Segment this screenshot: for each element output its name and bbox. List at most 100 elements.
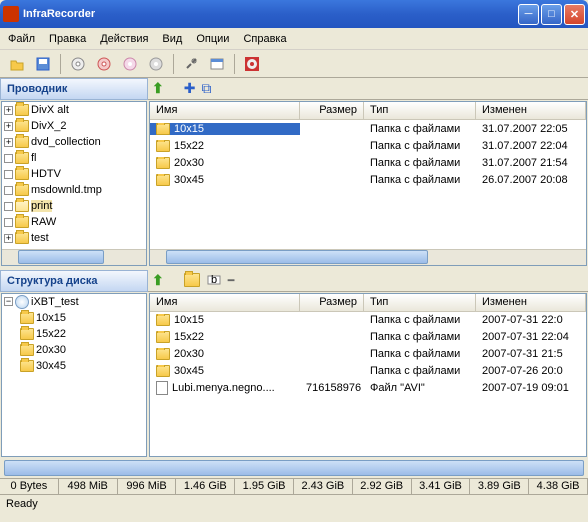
list-item[interactable]: 15x22Папка с файлами31.07.2007 22:04 [150, 137, 586, 154]
item-type: Папка с файлами [364, 314, 476, 326]
expand-icon[interactable] [4, 170, 13, 179]
col-size[interactable]: Размер [300, 294, 364, 311]
tree-item[interactable]: + DivX alt [2, 102, 146, 118]
item-modified: 26.07.2007 20:08 [476, 174, 586, 186]
col-type[interactable]: Тип [364, 294, 476, 311]
col-name[interactable]: Имя [150, 294, 300, 311]
expand-icon[interactable] [4, 202, 13, 211]
item-size: 716158976 [300, 382, 364, 394]
disc-icon [15, 295, 29, 309]
expand-icon[interactable]: + [4, 234, 13, 243]
list-item[interactable]: 10x15Папка с файлами31.07.2007 22:05 [150, 120, 586, 137]
tree-item[interactable]: 10x15 [2, 310, 146, 326]
list-item[interactable]: 30x45Папка с файлами26.07.2007 20:08 [150, 171, 586, 188]
disc-pink-icon[interactable] [119, 53, 141, 75]
menu-edit[interactable]: Правка [49, 33, 86, 45]
minimize-button[interactable]: ─ [518, 4, 539, 25]
item-name: 10x15 [174, 123, 204, 135]
item-modified: 2007-07-26 20:0 [476, 365, 586, 377]
col-modified[interactable]: Изменен [476, 294, 586, 311]
tree-item[interactable]: +dvd_collection [2, 134, 146, 150]
disc-gray-icon[interactable] [145, 53, 167, 75]
menu-view[interactable]: Вид [162, 33, 182, 45]
open-icon[interactable] [6, 53, 28, 75]
col-size[interactable]: Размер [300, 102, 364, 119]
maximize-button[interactable]: □ [541, 4, 562, 25]
burn-icon[interactable] [241, 53, 263, 75]
menu-options[interactable]: Опции [196, 33, 229, 45]
list-item[interactable]: 15x22 Папка с файлами2007-07-31 22:04 [150, 329, 586, 346]
close-button[interactable]: ✕ [564, 4, 585, 25]
item-type: Папка с файлами [364, 348, 476, 360]
scrollbar[interactable] [150, 249, 586, 265]
disc-toolbar: ⬆ b ━ [148, 270, 588, 292]
add-icon[interactable]: ✚ [184, 80, 196, 97]
expand-icon[interactable]: − [4, 297, 13, 306]
list-item[interactable]: Lubi.menya.negno....716158976Файл "AVI"2… [150, 380, 586, 397]
tree-item[interactable]: print [2, 198, 146, 214]
explorer-list[interactable]: Имя Размер Тип Изменен 10x15Папка с файл… [149, 101, 587, 266]
folder-icon [156, 365, 170, 377]
list-item[interactable]: 10x15Папка с файлами2007-07-31 22:0 [150, 312, 586, 329]
expand-icon[interactable]: + [4, 106, 13, 115]
disc-list[interactable]: Имя Размер Тип Изменен 10x15Папка с файл… [149, 293, 587, 458]
item-modified: 2007-07-31 22:04 [476, 331, 586, 343]
list-item[interactable]: 20x30Папка с файлами31.07.2007 21:54 [150, 154, 586, 171]
list-item[interactable]: 20x30Папка с файлами2007-07-31 21:5 [150, 346, 586, 363]
explorer-section-title: Проводник [0, 78, 148, 100]
menu-file[interactable]: Файл [8, 33, 35, 45]
tree-item[interactable]: fl [2, 150, 146, 166]
rename-icon[interactable]: b [206, 272, 222, 288]
explorer-tree[interactable]: +DivX alt+DivX_2+dvd_collection fl HDTV … [1, 101, 147, 266]
expand-icon[interactable] [4, 218, 13, 227]
titlebar[interactable]: InfraRecorder ─ □ ✕ [0, 0, 588, 28]
window-icon[interactable] [206, 53, 228, 75]
folder-icon [15, 216, 29, 228]
ruler-tick: 2.43 GiB [294, 479, 353, 494]
tree-item[interactable]: HDTV [2, 166, 146, 182]
folder-icon [20, 312, 34, 324]
tree-item[interactable]: + test [2, 230, 146, 246]
item-type: Папка с файлами [364, 331, 476, 343]
item-name: 15x22 [174, 331, 204, 343]
col-name[interactable]: Имя [150, 102, 300, 119]
scrollbar[interactable] [2, 249, 146, 265]
list-item[interactable]: 30x45Папка с файлами2007-07-26 20:0 [150, 363, 586, 380]
folder-icon [156, 157, 170, 169]
ruler-tick: 996 MiB [118, 479, 177, 494]
menu-help[interactable]: Справка [243, 33, 286, 45]
expand-icon[interactable] [4, 154, 13, 163]
tree-item[interactable]: +DivX_2 [2, 118, 146, 134]
tree-item[interactable]: RAW [2, 214, 146, 230]
item-type: Папка с файлами [364, 140, 476, 152]
tree-item[interactable]: 15x22 [2, 326, 146, 342]
tree-item[interactable]: −iXBT_test [2, 294, 146, 310]
disc-icon[interactable] [67, 53, 89, 75]
expand-icon[interactable]: + [4, 122, 13, 131]
tools-icon[interactable] [180, 53, 202, 75]
tree-label: test [31, 232, 49, 244]
item-modified: 2007-07-31 21:5 [476, 348, 586, 360]
add-all-icon[interactable]: ⧉ [201, 80, 211, 97]
remove-icon[interactable]: ━ [228, 274, 235, 287]
folder-icon [15, 152, 29, 164]
tree-label: msdownld.tmp [31, 184, 102, 196]
tree-item[interactable]: 20x30 [2, 342, 146, 358]
col-modified[interactable]: Изменен [476, 102, 586, 119]
up-icon[interactable]: ⬆ [152, 272, 164, 289]
tree-label: DivX alt [31, 104, 69, 116]
up-icon[interactable]: ⬆ [152, 80, 164, 97]
disc-tree[interactable]: −iXBT_test10x1515x2220x3030x45 [1, 293, 147, 458]
item-modified: 2007-07-31 22:0 [476, 314, 586, 326]
expand-icon[interactable]: + [4, 138, 13, 147]
disc-section-title: Структура диска [0, 270, 148, 292]
tree-item[interactable]: msdownld.tmp [2, 182, 146, 198]
expand-icon[interactable] [4, 186, 13, 195]
save-icon[interactable] [32, 53, 54, 75]
main-toolbar [0, 50, 588, 78]
col-type[interactable]: Тип [364, 102, 476, 119]
tree-item[interactable]: 30x45 [2, 358, 146, 374]
disc-red-icon[interactable] [93, 53, 115, 75]
new-folder-icon[interactable] [184, 273, 200, 287]
menu-actions[interactable]: Действия [100, 33, 148, 45]
